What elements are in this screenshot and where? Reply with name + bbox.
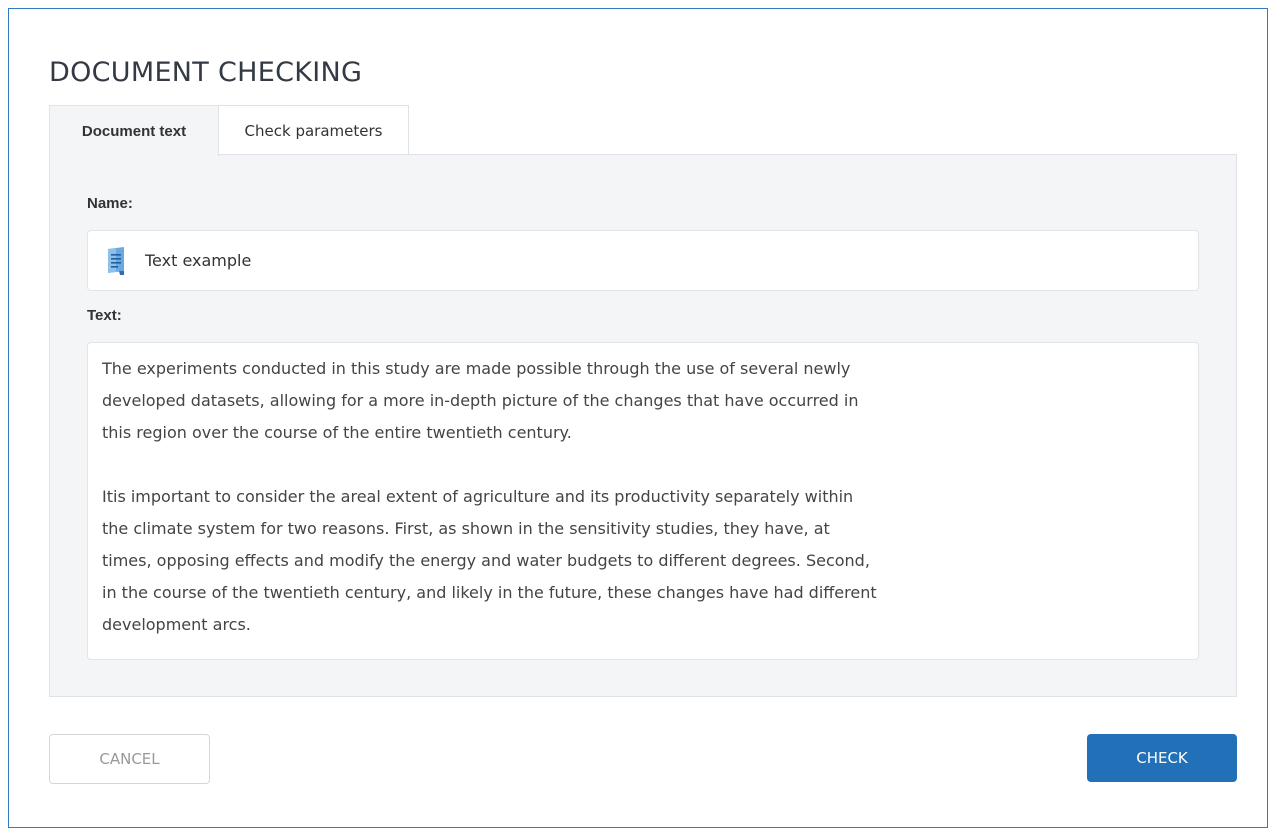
document-text-area[interactable]: The experiments conducted in this study … — [87, 342, 1199, 660]
tab-check-parameters[interactable]: Check parameters — [219, 105, 409, 155]
text-label: Text: — [87, 307, 122, 324]
name-field[interactable]: Text example — [87, 230, 1199, 291]
document-icon — [106, 246, 126, 276]
name-label: Name: — [87, 195, 133, 212]
tab-document-text[interactable]: Document text — [49, 105, 219, 156]
cancel-button[interactable]: CANCEL — [49, 734, 210, 784]
check-button[interactable]: CHECK — [1087, 734, 1237, 782]
text-paragraph: Itis important to consider the areal ext… — [102, 487, 877, 634]
page-title: DOCUMENT CHECKING — [49, 57, 363, 88]
document-checking-window: DOCUMENT CHECKING Document text Check pa… — [8, 8, 1268, 828]
document-text-panel: Name: Text example Text: The experiments… — [49, 154, 1237, 697]
name-value: Text example — [145, 251, 252, 270]
tab-bar: Document text Check parameters — [49, 105, 409, 156]
text-paragraph: The experiments conducted in this study … — [102, 359, 859, 442]
